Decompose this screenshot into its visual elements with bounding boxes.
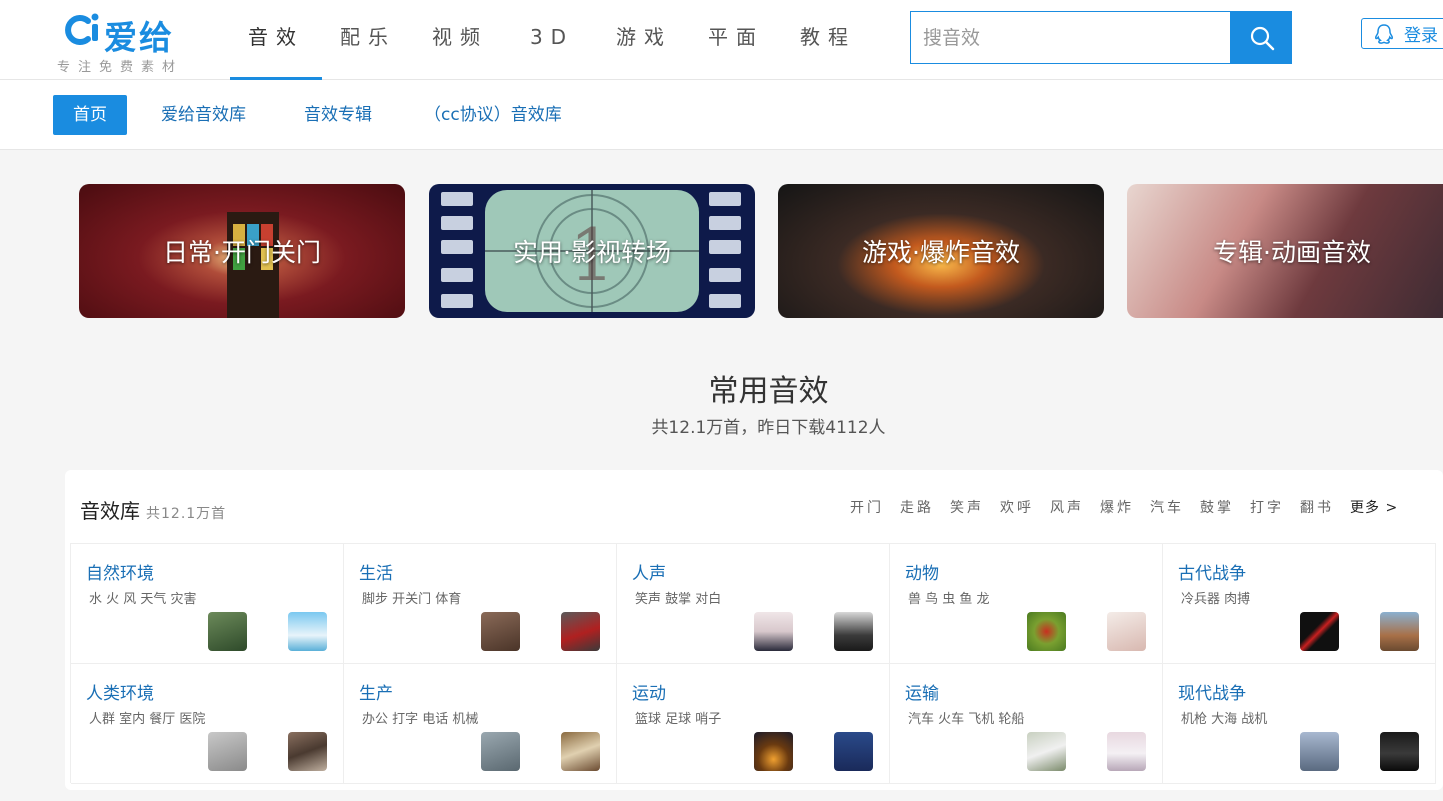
banner-label: 实用·影视转场 [513, 238, 671, 267]
category-keywords: 冷兵器 肉搏 [1181, 592, 1251, 607]
subnav-albums[interactable]: 音效专辑 [304, 95, 372, 135]
category-card: 生产 办公 打字 电话 机械 [344, 664, 617, 784]
tag-link[interactable]: 开门 [850, 497, 884, 517]
category-keywords: 汽车 火车 飞机 轮船 [908, 712, 1025, 727]
category-thumbnail[interactable] [481, 732, 520, 771]
sub-nav: 首页 爱给音效库 音效专辑 （cc协议）音效库 [0, 80, 1443, 150]
category-thumbnail[interactable] [1300, 732, 1339, 771]
tag-link[interactable]: 欢呼 [1000, 497, 1034, 517]
category-title[interactable]: 自然环境 [86, 559, 154, 584]
category-card: 生活 脚步 开关门 体育 [344, 544, 617, 664]
tag-link[interactable]: 风声 [1050, 497, 1084, 517]
search-button[interactable] [1231, 11, 1292, 64]
category-thumbnail[interactable] [1107, 612, 1146, 651]
category-thumbnail[interactable] [754, 612, 793, 651]
category-keywords: 机枪 大海 战机 [1181, 712, 1268, 727]
nav-video[interactable]: 视频 [414, 0, 506, 80]
category-card: 自然环境 水 火 风 天气 灾害 [71, 544, 344, 664]
category-thumbnail[interactable] [834, 732, 873, 771]
tag-link[interactable]: 走路 [900, 497, 934, 517]
logo-name: 爱给 [104, 18, 174, 57]
banner-label: 游戏·爆炸音效 [862, 238, 1020, 267]
category-keywords: 水 火 风 天气 灾害 [89, 592, 197, 607]
category-title[interactable]: 动物 [905, 559, 939, 584]
sound-library-panel: 音效库 共12.1万首 开门 走路 笑声 欢呼 风声 爆炸 汽车 鼓掌 打字 翻书… [65, 470, 1443, 790]
category-thumbnail[interactable] [1027, 612, 1066, 651]
banner-label: 专辑·动画音效 [1213, 238, 1371, 267]
logo-slogan: 专注免费素材 [57, 60, 184, 75]
category-keywords: 脚步 开关门 体育 [362, 592, 462, 607]
banner-door-sounds[interactable]: 日常·开门关门 [79, 184, 405, 318]
category-keywords: 兽 鸟 虫 鱼 龙 [908, 592, 990, 607]
site-logo[interactable]: 爱给 专注免费素材 [57, 8, 207, 75]
category-thumbnail[interactable] [1107, 732, 1146, 771]
category-thumbnail[interactable] [288, 612, 327, 651]
category-thumbnail[interactable] [208, 612, 247, 651]
nav-tutorials[interactable]: 教程 [782, 0, 874, 80]
subnav-home[interactable]: 首页 [53, 95, 127, 135]
category-card: 运动 篮球 足球 哨子 [617, 664, 890, 784]
subnav-cc-library[interactable]: （cc协议）音效库 [424, 95, 562, 135]
category-card: 动物 兽 鸟 虫 鱼 龙 [890, 544, 1163, 664]
category-card: 人声 笑声 鼓掌 对白 [617, 544, 890, 664]
section-subtitle: 共12.1万首，昨日下载4112人 [651, 418, 886, 438]
nav-games[interactable]: 游戏 [598, 0, 690, 80]
category-card: 人类环境 人群 室内 餐厅 医院 [71, 664, 344, 784]
section-title: 常用音效 [708, 374, 829, 409]
nav-graphics[interactable]: 平面 [690, 0, 782, 80]
qq-icon [1375, 23, 1393, 44]
tag-link[interactable]: 爆炸 [1100, 497, 1134, 517]
library-count: 共12.1万首 [146, 506, 227, 522]
tag-link[interactable]: 打字 [1250, 497, 1284, 517]
tag-link[interactable]: 鼓掌 [1200, 497, 1234, 517]
category-thumbnail[interactable] [561, 612, 600, 651]
tag-link[interactable]: 汽车 [1150, 497, 1184, 517]
logo-mark-icon [65, 13, 99, 45]
nav-3d[interactable]: 3D [506, 0, 598, 80]
banner-game-explosions[interactable]: 游戏·爆炸音效 [778, 184, 1104, 318]
category-thumbnail[interactable] [754, 732, 793, 771]
library-header: 音效库 共12.1万首 [80, 495, 226, 524]
banner-film-transitions[interactable]: 1 实用·影视转场 [429, 184, 755, 318]
category-title[interactable]: 人类环境 [86, 679, 154, 704]
category-card: 运输 汽车 火车 飞机 轮船 [890, 664, 1163, 784]
category-thumbnail[interactable] [1380, 612, 1419, 651]
category-keywords: 办公 打字 电话 机械 [362, 712, 479, 727]
category-thumbnail[interactable] [208, 732, 247, 771]
category-thumbnail[interactable] [481, 612, 520, 651]
category-title[interactable]: 古代战争 [1178, 559, 1246, 584]
category-thumbnail[interactable] [1300, 612, 1339, 651]
tag-link[interactable]: 翻书 [1300, 497, 1334, 517]
category-title[interactable]: 运输 [905, 679, 939, 704]
banner-animation-album[interactable]: 专辑·动画音效 [1127, 184, 1443, 318]
category-keywords: 篮球 足球 哨子 [635, 712, 722, 727]
category-title[interactable]: 生产 [359, 679, 393, 704]
category-keywords: 人群 室内 餐厅 医院 [89, 712, 206, 727]
nav-sound-effects[interactable]: 音效 [230, 0, 322, 80]
category-thumbnail[interactable] [561, 732, 600, 771]
banner-label: 日常·开门关门 [163, 238, 321, 267]
search-input[interactable] [910, 11, 1231, 64]
category-title[interactable]: 现代战争 [1178, 679, 1246, 704]
more-tags-link[interactable]: 更多 > [1350, 497, 1398, 517]
library-title: 音效库 [80, 499, 140, 523]
search-icon [1250, 26, 1274, 50]
category-thumbnail[interactable] [288, 732, 327, 771]
nav-music[interactable]: 配乐 [322, 0, 414, 80]
category-title[interactable]: 运动 [632, 679, 666, 704]
category-title[interactable]: 人声 [632, 559, 666, 584]
login-label: 登录 [1404, 26, 1438, 46]
category-keywords: 笑声 鼓掌 对白 [635, 592, 722, 607]
category-thumbnail[interactable] [1027, 732, 1066, 771]
top-header: 爱给 专注免费素材 音效 配乐 视频 3D 游戏 平面 教程 登录 [0, 0, 1443, 80]
category-grid: 自然环境 水 火 风 天气 灾害 生活 脚步 开关门 体育 人声 笑声 鼓掌 对… [70, 543, 1436, 784]
category-card: 现代战争 机枪 大海 战机 [1163, 664, 1436, 784]
category-thumbnail[interactable] [834, 612, 873, 651]
tag-link[interactable]: 笑声 [950, 497, 984, 517]
subnav-aigei-library[interactable]: 爱给音效库 [161, 95, 246, 135]
login-button[interactable]: 登录 [1361, 18, 1443, 49]
category-thumbnail[interactable] [1380, 732, 1419, 771]
category-card: 古代战争 冷兵器 肉搏 [1163, 544, 1436, 664]
category-title[interactable]: 生活 [359, 559, 393, 584]
